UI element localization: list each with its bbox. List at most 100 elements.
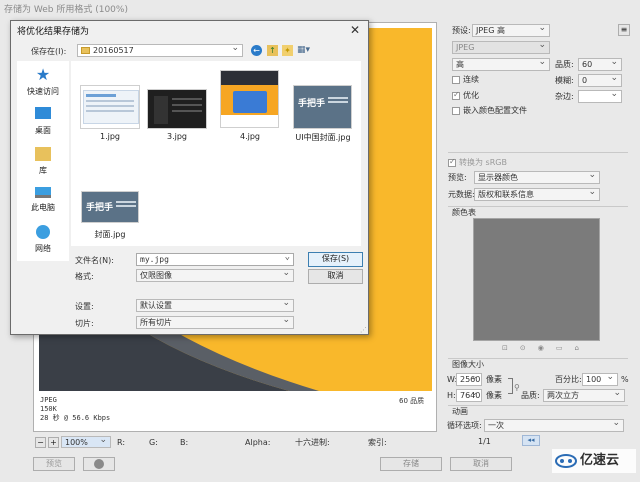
blur-label: 模糊: xyxy=(555,76,574,85)
back-icon[interactable]: ← xyxy=(251,45,262,56)
view-menu-icon[interactable]: ▦▾ xyxy=(297,45,315,56)
percent-input[interactable]: 100 xyxy=(582,373,618,386)
file-label-ui[interactable]: UI中国封面.jpg xyxy=(281,132,365,143)
dialog-save-button[interactable]: 保存(S) xyxy=(308,252,363,267)
height-label: H: xyxy=(447,391,456,400)
embed-profile-checkbox[interactable] xyxy=(452,107,460,115)
nav-quick-access[interactable]: ★ 快速访问 xyxy=(19,67,67,97)
metadata-select[interactable]: 版权和联系信息 xyxy=(474,188,600,201)
progressive-label: 连续 xyxy=(463,75,479,84)
image-size-label: 图像大小 xyxy=(452,360,484,369)
progressive-checkbox[interactable] xyxy=(452,76,460,84)
matte-select[interactable] xyxy=(578,90,622,103)
cancel-main-button[interactable]: 取消 xyxy=(450,457,512,471)
matte-label: 杂边: xyxy=(555,92,574,101)
first-frame-icon[interactable]: ◂◂ xyxy=(522,435,540,446)
format-type-select[interactable]: 仅限图像 xyxy=(136,269,294,282)
filename-input[interactable]: my.jpg xyxy=(136,253,294,266)
divider xyxy=(448,405,628,406)
save-main-button[interactable]: 存储 xyxy=(380,457,442,471)
embed-profile-label: 嵌入颜色配置文件 xyxy=(463,106,527,115)
file-label-3[interactable]: 3.jpg xyxy=(142,132,212,141)
width-unit: 像素 xyxy=(486,375,502,384)
slices-select[interactable]: 所有切片 xyxy=(136,316,294,329)
height-input[interactable]: 7640 xyxy=(456,389,482,402)
file-thumb-ui[interactable]: 手把手 xyxy=(293,85,352,129)
preview-button[interactable]: 预览 xyxy=(33,457,75,471)
up-folder-icon[interactable]: ↑ xyxy=(267,45,278,56)
format-select[interactable]: JPEG xyxy=(452,41,550,54)
convert-srgb-checkbox[interactable] xyxy=(448,157,456,167)
file-thumb-cover[interactable]: 手把手 xyxy=(81,191,139,223)
chain-link-icon[interactable]: ⚲ xyxy=(514,383,520,392)
map-color-icon[interactable]: ⊡ xyxy=(502,344,520,352)
resample-select[interactable]: 两次立方 xyxy=(543,389,625,402)
format-label: 格式: xyxy=(75,272,94,281)
slices-label: 切片: xyxy=(75,319,94,328)
web-shift-icon[interactable]: ⊙ xyxy=(520,344,538,352)
status-bar: − + 100% R: G: B: Alpha: 十六进制: 索引: xyxy=(33,436,437,450)
dialog-cancel-button[interactable]: 取消 xyxy=(308,269,363,284)
height-unit: 像素 xyxy=(486,391,502,400)
index-label: 索引: xyxy=(368,438,387,447)
blur-input[interactable]: 0 xyxy=(578,74,622,87)
preview-select[interactable]: 显示器颜色 xyxy=(474,171,600,184)
nav-desktop[interactable]: 桌面 xyxy=(19,107,67,136)
watermark: 亿速云 xyxy=(552,449,636,473)
nav-network[interactable]: 网络 xyxy=(19,225,67,254)
settings-select[interactable]: 默认设置 xyxy=(136,299,294,312)
alpha-label: Alpha: xyxy=(245,438,271,447)
percent-label: 百分比: xyxy=(555,375,582,384)
quality-level-select[interactable]: 高 xyxy=(452,58,550,71)
folder-name: 20160517 xyxy=(93,46,134,55)
folder-icon xyxy=(81,47,90,54)
preset-select[interactable]: JPEG 高 xyxy=(472,24,550,37)
divider xyxy=(448,358,628,359)
delete-color-icon[interactable]: ⌂ xyxy=(574,344,590,352)
save-in-label: 保存在(I): xyxy=(31,47,67,56)
close-icon[interactable]: ✕ xyxy=(350,23,360,37)
preview-label: 预览: xyxy=(448,173,467,182)
file-label-cover[interactable]: 封面.jpg xyxy=(75,229,145,240)
thumb-caption-cover: 手把手 xyxy=(86,203,114,213)
nav-this-pc[interactable]: 此电脑 xyxy=(19,187,67,213)
right-panel: 预设: JPEG 高 ≡ JPEG 高 品质: 60 连续 模糊: 0 优化 杂… xyxy=(444,22,632,452)
format-info: JPEG xyxy=(40,396,57,404)
color-table xyxy=(473,218,600,341)
zoom-out-button[interactable]: − xyxy=(35,437,46,448)
resize-grip-icon[interactable]: ⋰ xyxy=(360,326,367,334)
width-input[interactable]: 2560 xyxy=(456,373,482,386)
quality-input[interactable]: 60 xyxy=(578,58,622,71)
file-label-1[interactable]: 1.jpg xyxy=(75,132,145,141)
b-label: B: xyxy=(180,438,189,447)
file-list: 1.jpg 3.jpg 4.jpg 手把手 UI中国封面.jpg 手把手 封面.… xyxy=(71,61,361,246)
nav-library-label: 库 xyxy=(39,166,47,175)
loop-select[interactable]: 一次 xyxy=(484,419,624,432)
hex-label: 十六进制: xyxy=(295,438,330,447)
thumb-caption-ui: 手把手 xyxy=(298,99,326,109)
network-icon xyxy=(36,225,50,239)
file-thumb-3[interactable] xyxy=(147,89,207,129)
nav-quick-access-label: 快速访问 xyxy=(27,87,59,96)
frame-counter: 1/1 xyxy=(478,437,491,446)
save-in-select[interactable]: 20160517 xyxy=(77,44,243,57)
color-table-label: 颜色表 xyxy=(452,208,476,217)
computer-icon xyxy=(35,187,51,198)
zoom-select[interactable]: 100% xyxy=(61,436,111,448)
new-color-icon[interactable]: ▭ xyxy=(556,344,575,352)
lock-color-icon[interactable]: ◉ xyxy=(538,344,556,352)
file-thumb-4[interactable] xyxy=(220,70,279,128)
file-thumb-1[interactable] xyxy=(80,85,140,129)
zoom-in-button[interactable]: + xyxy=(48,437,59,448)
link-bracket xyxy=(508,378,513,394)
new-folder-icon[interactable]: ✦ xyxy=(282,45,293,56)
star-icon: ★ xyxy=(35,65,51,84)
browser-preview-button[interactable] xyxy=(83,457,115,471)
download-time-info: 28 秒 @ 56.6 Kbps xyxy=(40,414,111,422)
nav-sidebar: ★ 快速访问 桌面 库 此电脑 网络 xyxy=(17,61,69,261)
nav-library[interactable]: 库 xyxy=(19,147,67,176)
optimized-checkbox[interactable] xyxy=(452,90,460,100)
g-label: G: xyxy=(149,438,158,447)
panel-menu-button[interactable]: ≡ xyxy=(618,24,630,36)
file-label-4[interactable]: 4.jpg xyxy=(215,132,285,141)
